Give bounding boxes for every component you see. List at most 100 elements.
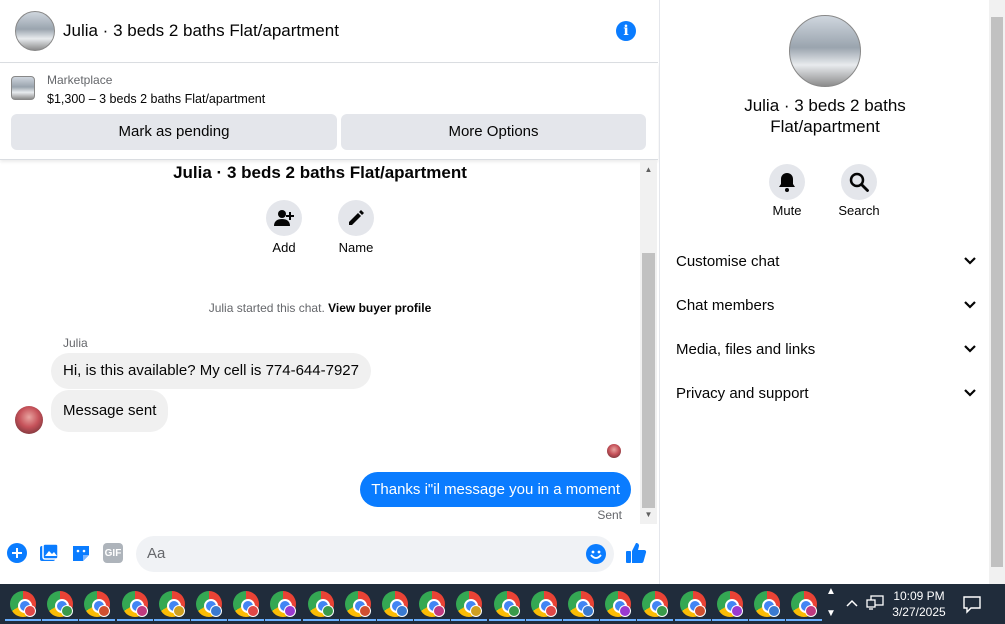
section-label: Chat members	[676, 296, 775, 314]
listing-thumbnail[interactable]	[15, 11, 55, 51]
taskbar-browser-icon[interactable]	[525, 591, 562, 621]
chevron-down-icon	[964, 389, 976, 397]
taskbar-browser-icon[interactable]	[116, 591, 153, 621]
chat-started-text: Julia started this chat.	[208, 301, 325, 315]
info-icon[interactable]: i	[616, 21, 636, 41]
plus-icon[interactable]	[7, 543, 27, 563]
taskbar-browser-icon[interactable]	[339, 591, 376, 621]
browser-profile-badge	[693, 605, 706, 617]
chevron-down-icon	[964, 345, 976, 353]
running-indicator	[228, 619, 265, 621]
taskbar-browser-icon[interactable]	[600, 591, 637, 621]
taskbar-browser-icon[interactable]	[228, 591, 265, 621]
taskbar-browser-icon[interactable]	[451, 591, 488, 621]
emoji-icon[interactable]	[586, 544, 606, 564]
sender-avatar[interactable]	[15, 406, 43, 434]
bell-icon	[779, 173, 795, 192]
add-people-action[interactable]: Add	[254, 200, 314, 255]
running-indicator	[786, 619, 823, 621]
taskbar-browser-icon[interactable]	[79, 591, 116, 621]
clock-time: 10:09 PM	[893, 589, 945, 603]
details-listing-photo[interactable]	[789, 15, 861, 87]
mute-action[interactable]: Mute	[757, 164, 817, 218]
pencil-icon	[349, 210, 364, 225]
chat-scrollbar-thumb[interactable]	[642, 253, 655, 508]
message-list[interactable]: Julia · 3 beds 2 baths Flat/apartment Ad…	[0, 161, 640, 524]
running-indicator	[5, 619, 41, 621]
marketplace-banner: Marketplace $1,300 – 3 beds 2 baths Flat…	[0, 64, 658, 160]
message-composer: GIF Aa	[0, 530, 658, 578]
chat-details-panel: Julia · 3 beds 2 baths Flat/apartment Mu…	[659, 0, 989, 584]
page-scrollbar-thumb[interactable]	[991, 17, 1003, 567]
show-hidden-icons-icon[interactable]	[846, 598, 858, 608]
section-privacy-support[interactable]: Privacy and support	[676, 371, 976, 415]
more-options-button[interactable]: More Options	[341, 114, 646, 150]
running-indicator	[377, 619, 413, 621]
taskbar-browser-icon[interactable]	[488, 591, 525, 621]
taskbar-browser-icon[interactable]	[265, 591, 302, 621]
scroll-up-arrow-icon[interactable]: ▲	[640, 165, 657, 174]
running-indicator	[79, 619, 116, 621]
taskbar-browser-icon[interactable]	[637, 591, 674, 621]
notifications-icon[interactable]	[962, 594, 982, 614]
tray-scroll-down-icon[interactable]: ▼	[826, 608, 836, 619]
running-indicator	[302, 619, 339, 621]
listing-small-thumbnail[interactable]	[11, 76, 35, 100]
running-indicator	[191, 619, 227, 621]
scroll-down-arrow-icon[interactable]: ▼	[640, 510, 657, 519]
taskbar-browser-icon[interactable]	[377, 591, 413, 621]
taskbar-browser-icon[interactable]	[302, 591, 339, 621]
conversation-header: Julia · 3 beds 2 baths Flat/apartment i	[0, 0, 658, 63]
conversation-title[interactable]: Julia · 3 beds 2 baths Flat/apartment	[63, 21, 339, 41]
chat-group-title: Julia · 3 beds 2 baths Flat/apartment	[173, 163, 467, 182]
browser-profile-badge	[172, 605, 185, 617]
taskbar-browser-icon[interactable]	[414, 591, 451, 621]
network-icon[interactable]	[866, 595, 884, 611]
search-label: Search	[838, 203, 880, 218]
sticker-icon[interactable]	[71, 543, 91, 563]
sender-name: Julia	[63, 336, 88, 350]
taskbar-browser-icon[interactable]	[42, 591, 79, 621]
browser-profile-badge	[321, 605, 334, 617]
running-indicator	[153, 619, 190, 621]
chevron-down-icon	[964, 257, 976, 265]
outgoing-message[interactable]: Thanks i"il message you in a moment	[360, 472, 631, 507]
tray-scroll-up-icon[interactable]: ▲	[826, 586, 836, 597]
running-indicator	[749, 619, 785, 621]
details-title: Julia · 3 beds 2 baths Flat/apartment	[660, 95, 990, 137]
taskbar-browser-icon[interactable]	[153, 591, 190, 621]
running-indicator	[116, 619, 153, 621]
thumbs-up-icon[interactable]	[625, 542, 647, 564]
page-scrollbar[interactable]	[989, 0, 1005, 584]
gif-icon[interactable]: GIF	[103, 543, 123, 563]
taskbar-browser-icon[interactable]	[674, 591, 711, 621]
name-group-action[interactable]: Name	[326, 200, 386, 255]
incoming-message[interactable]: Message sent	[51, 390, 169, 432]
section-media-files-links[interactable]: Media, files and links	[676, 327, 976, 371]
section-customise-chat[interactable]: Customise chat	[676, 239, 976, 283]
taskbar-browser-icon[interactable]	[786, 591, 823, 621]
listing-price[interactable]: $1,300 – 3 beds 2 baths Flat/apartment	[47, 92, 265, 106]
search-action[interactable]: Search	[829, 164, 889, 218]
section-chat-members[interactable]: Chat members	[676, 283, 976, 327]
browser-profile-badge	[507, 605, 520, 617]
browser-profile-badge	[768, 605, 780, 617]
taskbar-browser-icon[interactable]	[191, 591, 227, 621]
clock-date: 3/27/2025	[892, 605, 946, 619]
chat-scrollbar[interactable]: ▲ ▼	[640, 161, 657, 524]
running-indicator	[451, 619, 488, 621]
mark-pending-button[interactable]: Mark as pending	[11, 114, 337, 150]
taskbar-browser-icon[interactable]	[711, 591, 748, 621]
view-buyer-profile-link[interactable]: View buyer profile	[328, 301, 431, 315]
photo-icon[interactable]	[39, 543, 59, 563]
taskbar-browser-icon[interactable]	[5, 591, 41, 621]
running-indicator	[525, 619, 562, 621]
incoming-message[interactable]: Hi, is this available? My cell is 774-64…	[51, 353, 371, 389]
running-indicator	[42, 619, 79, 621]
taskbar-browser-icon[interactable]	[563, 591, 599, 621]
taskbar-browser-icon[interactable]	[749, 591, 785, 621]
system-clock[interactable]: 10:09 PM 3/27/2025	[884, 588, 954, 620]
details-title-text: Julia · 3 beds 2 baths Flat/apartment	[744, 96, 906, 136]
read-receipt-avatar	[607, 444, 621, 458]
message-input[interactable]: Aa	[136, 536, 614, 572]
